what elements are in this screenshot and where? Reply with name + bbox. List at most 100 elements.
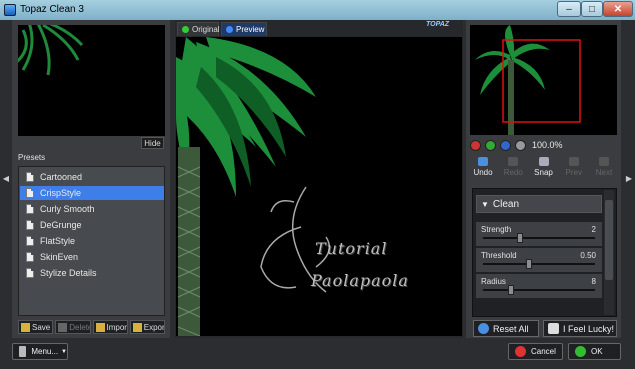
undo-icon bbox=[478, 157, 488, 166]
strength-thumb[interactable] bbox=[516, 233, 523, 243]
strength-value[interactable]: 2 bbox=[592, 225, 596, 234]
folder-export-icon bbox=[132, 322, 142, 332]
preset-file-icon bbox=[26, 252, 34, 262]
dropdown-arrow-icon: ▼ bbox=[61, 348, 67, 355]
watermark-line-2: Paolapaola bbox=[311, 271, 409, 290]
radius-track[interactable] bbox=[483, 289, 595, 291]
next-button[interactable]: Next bbox=[591, 157, 617, 181]
import-preset-button[interactable]: Import bbox=[92, 320, 128, 334]
window-title: Topaz Clean 3 bbox=[20, 4, 84, 15]
radius-value[interactable]: 8 bbox=[592, 277, 596, 286]
maximize-button[interactable]: □ bbox=[581, 1, 603, 17]
collapse-right-icon[interactable]: ▶ bbox=[625, 170, 633, 186]
preset-item-flatstyle[interactable]: FlatStyle bbox=[20, 234, 164, 248]
next-snapshot-icon bbox=[599, 157, 609, 166]
palm-tree-preview-image bbox=[176, 37, 331, 336]
original-dot-icon bbox=[182, 26, 189, 33]
zoom-out-icon[interactable] bbox=[470, 139, 481, 151]
folder-save-icon bbox=[21, 322, 30, 332]
navigator-image[interactable] bbox=[470, 25, 617, 135]
fit-to-window-icon[interactable] bbox=[500, 139, 511, 151]
collapse-triangle-icon: ▼ bbox=[481, 199, 489, 209]
feel-lucky-button[interactable]: I Feel Lucky! bbox=[543, 320, 617, 337]
delete-preset-button[interactable]: Delete bbox=[55, 320, 91, 334]
clean-section-header[interactable]: ▼ Clean bbox=[476, 195, 602, 213]
preset-list: Cartooned CrispStyle Curly Smooth DeGrun… bbox=[18, 166, 165, 316]
preset-file-icon bbox=[26, 204, 34, 214]
redo-icon bbox=[508, 157, 519, 166]
strength-slider[interactable]: Strength 2 bbox=[476, 222, 602, 246]
preset-item-degrunge[interactable]: DeGrunge bbox=[20, 218, 164, 232]
preset-file-icon bbox=[26, 220, 34, 230]
palm-leaf-thumbnail-image bbox=[18, 25, 84, 76]
zoom-controls: 100.0% bbox=[470, 139, 617, 151]
undo-button[interactable]: Undo bbox=[470, 157, 496, 181]
preset-file-icon bbox=[26, 172, 34, 182]
preset-label: Stylize Details bbox=[40, 268, 97, 278]
reset-icon bbox=[478, 323, 489, 334]
folder-import-icon bbox=[95, 322, 105, 332]
preset-label: SkinEven bbox=[40, 252, 79, 262]
export-preset-button[interactable]: Export bbox=[129, 320, 165, 334]
watermark-line-1: Tutorial bbox=[315, 239, 388, 258]
threshold-thumb[interactable] bbox=[525, 259, 532, 269]
preset-label: FlatStyle bbox=[40, 236, 76, 246]
threshold-slider[interactable]: Threshold 0.50 bbox=[476, 248, 602, 272]
save-preset-button[interactable]: Save bbox=[18, 320, 54, 334]
radius-label: Radius bbox=[481, 277, 506, 286]
zoom-in-icon[interactable] bbox=[485, 139, 496, 151]
prev-snapshot-icon bbox=[568, 157, 579, 166]
cancel-button[interactable]: Cancel bbox=[508, 343, 563, 360]
dice-icon bbox=[548, 323, 559, 334]
zoom-level: 100.0% bbox=[532, 140, 563, 150]
tab-original[interactable]: Original bbox=[177, 22, 220, 36]
strength-label: Strength bbox=[481, 225, 512, 234]
original-thumbnail bbox=[18, 25, 165, 136]
wrench-icon bbox=[19, 346, 27, 357]
cancel-icon bbox=[515, 346, 526, 357]
close-button[interactable]: ✕ bbox=[603, 1, 633, 17]
preset-item-curly-smooth[interactable]: Curly Smooth bbox=[20, 202, 164, 216]
preview-canvas[interactable] bbox=[176, 37, 462, 336]
actual-size-icon[interactable] bbox=[515, 139, 526, 151]
check-icon bbox=[575, 346, 586, 357]
threshold-value[interactable]: 0.50 bbox=[580, 251, 596, 260]
settings-scrollbar-thumb[interactable] bbox=[605, 200, 613, 280]
radius-slider[interactable]: Radius 8 bbox=[476, 274, 602, 298]
menu-button[interactable]: Menu... ▼ bbox=[12, 343, 68, 360]
preset-toolbar: Save Delete Import Export bbox=[18, 320, 165, 334]
hide-button[interactable]: Hide bbox=[141, 137, 164, 149]
preset-label: Curly Smooth bbox=[40, 204, 95, 214]
preset-file-icon bbox=[26, 188, 34, 198]
topaz-app-icon bbox=[4, 4, 16, 16]
threshold-label: Threshold bbox=[481, 251, 517, 260]
preset-file-icon bbox=[26, 268, 34, 278]
title-bar: Topaz Clean 3 – □ ✕ bbox=[0, 0, 635, 20]
preset-item-cartooned[interactable]: Cartooned bbox=[20, 170, 164, 184]
reset-all-button[interactable]: Reset All bbox=[473, 320, 539, 337]
threshold-track[interactable] bbox=[483, 263, 595, 265]
presets-label: Presets bbox=[18, 153, 46, 162]
preset-item-stylize-details[interactable]: Stylize Details bbox=[20, 266, 164, 280]
snap-button[interactable]: Snap bbox=[531, 157, 557, 181]
preset-label: DeGrunge bbox=[40, 220, 82, 230]
radius-thumb[interactable] bbox=[508, 285, 514, 295]
history-toolbar: Undo Redo Snap Prev Next bbox=[470, 157, 617, 181]
delete-icon bbox=[58, 322, 68, 332]
redo-button[interactable]: Redo bbox=[500, 157, 526, 181]
preset-label: CrispStyle bbox=[40, 188, 82, 198]
collapse-left-icon[interactable]: ◀ bbox=[2, 170, 10, 186]
navigator-palm-image bbox=[475, 25, 581, 135]
preset-file-icon bbox=[26, 236, 34, 246]
camera-icon bbox=[538, 157, 549, 166]
minimize-button[interactable]: – bbox=[557, 1, 581, 17]
topaz-logo: TOPAZ bbox=[426, 21, 450, 28]
preset-item-skineven[interactable]: SkinEven bbox=[20, 250, 164, 264]
ok-button[interactable]: OK bbox=[568, 343, 621, 360]
preset-label: Cartooned bbox=[40, 172, 83, 182]
strength-track[interactable] bbox=[483, 237, 595, 239]
tab-preview[interactable]: Preview bbox=[221, 22, 267, 36]
prev-button[interactable]: Prev bbox=[561, 157, 587, 181]
preview-dot-icon bbox=[226, 26, 233, 33]
preset-item-crispstyle[interactable]: CrispStyle bbox=[20, 186, 164, 200]
